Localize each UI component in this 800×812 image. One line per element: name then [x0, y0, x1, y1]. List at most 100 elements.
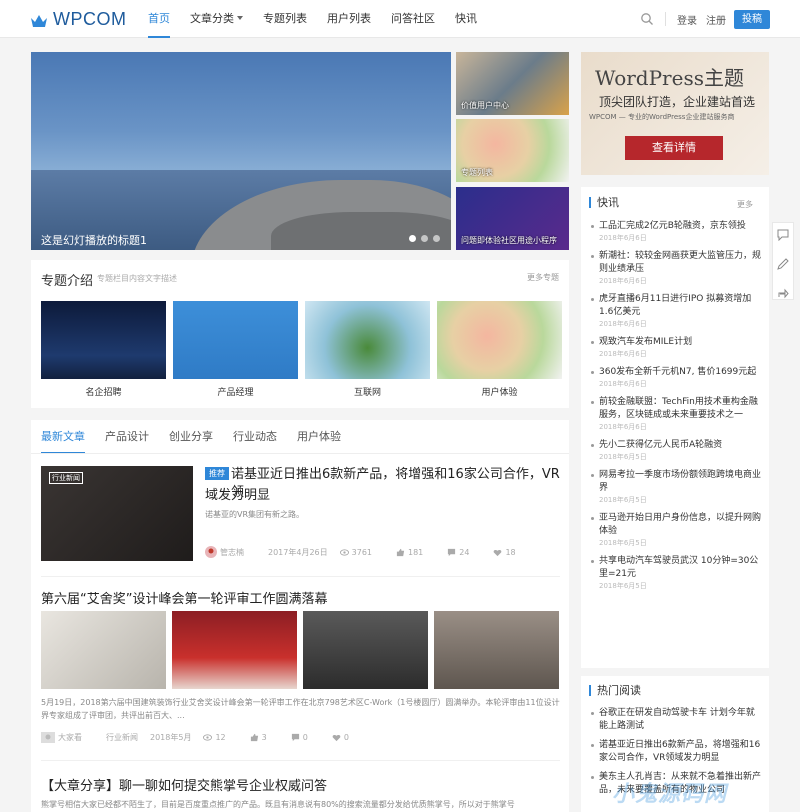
news-item[interactable]: 新潮社：较较金网画获更大监管压力，规则业绩承压 2018年6月6日	[591, 250, 763, 287]
hot-item[interactable]: 诺基亚近日推出6款新产品，将增强和16家公司合作，VR领域发力明显	[591, 739, 763, 765]
news-date: 2018年6月5日	[599, 496, 647, 504]
tab-ux[interactable]: 用户体验	[297, 428, 341, 454]
comment-icon[interactable]	[291, 733, 300, 742]
tab-latest[interactable]: 最新文章	[41, 428, 85, 454]
topic-item[interactable]: 互联网	[305, 301, 430, 398]
divider	[41, 576, 560, 577]
topic-item[interactable]: 用户体验	[437, 301, 562, 398]
slide-caption[interactable]: 这是幻灯播放的标题1	[41, 232, 147, 248]
tab-industry[interactable]: 行业动态	[233, 428, 277, 454]
feature-thumb[interactable]: 价值用户中心	[456, 52, 569, 115]
comment-count: 0	[302, 733, 308, 742]
news-title: 共享电动汽车驾驶员武汉 10分钟=30公里=21元	[599, 556, 759, 579]
gallery-image[interactable]	[172, 611, 297, 689]
hero-slider[interactable]: 这是幻灯播放的标题1	[31, 52, 451, 250]
menu-item-topics[interactable]: 专题列表	[263, 0, 307, 38]
post-title[interactable]: 诺基亚近日推出6款新产品，将增强和16家公司合作，VR领	[231, 466, 561, 502]
chevron-down-icon	[237, 16, 243, 20]
hot-title: 谷歌正在研发自动驾驶卡车 计划今年就能上路测试	[599, 708, 755, 731]
ad-subtitle: 顶尖团队打造，企业建站首选	[599, 95, 756, 109]
news-item[interactable]: 工品汇完成2亿元B轮融资，京东领投 2018年6月6日	[591, 220, 763, 244]
more-topics-link[interactable]: 更多专题	[527, 272, 559, 283]
post-title[interactable]: 【大章分享】聊一聊如何提交熊掌号企业权威问答	[41, 775, 327, 794]
slider-dot[interactable]	[433, 235, 440, 242]
heart-icon[interactable]	[332, 733, 341, 742]
topic-name: 互联网	[353, 388, 381, 398]
post-title-line2[interactable]: 域发力明显	[205, 484, 270, 503]
news-title: 先小二获得亿元人民币A轮融资	[599, 440, 723, 450]
feature-thumb[interactable]: 专题列表	[456, 119, 569, 182]
topic-item[interactable]: 名企招聘	[41, 301, 166, 398]
post-title[interactable]: 第六届“艾舍奖”设计峰会第一轮评审工作圆满落幕	[41, 588, 327, 607]
avatar[interactable]	[41, 732, 55, 743]
menu-item-home[interactable]: 首页	[148, 0, 170, 38]
topic-item[interactable]: 产品经理	[173, 301, 298, 398]
news-title: 虎牙直播6月11日进行IPO 拟募资增加1.6亿美元	[599, 294, 752, 317]
news-item[interactable]: 亚马逊开始日用户身份信息，以提升网购体验 2018年6月5日	[591, 512, 763, 549]
register-link[interactable]: 注册	[706, 12, 726, 27]
gallery-image[interactable]	[434, 611, 559, 689]
menu-item-categories[interactable]: 文章分类	[190, 0, 243, 38]
comment-count: 24	[459, 547, 470, 557]
news-item[interactable]: 网易考拉一季度市场份额领跑跨境电商业界 2018年6月5日	[591, 469, 763, 506]
view-count: 3761	[351, 547, 372, 557]
site-logo[interactable]: WPCOM	[30, 9, 127, 30]
topic-name: 用户体验	[481, 388, 518, 398]
news-date: 2018年6月5日	[599, 582, 647, 590]
edit-icon[interactable]	[777, 258, 789, 270]
menu-item-news[interactable]: 快讯	[455, 0, 477, 38]
news-more-link[interactable]: 更多	[737, 199, 753, 210]
like-count: 3	[261, 733, 267, 742]
gallery-image[interactable]	[41, 611, 166, 689]
tab-product-design[interactable]: 产品设计	[105, 428, 149, 454]
news-item[interactable]: 共享电动汽车驾驶员武汉 10分钟=30公里=21元 2018年6月5日	[591, 555, 763, 592]
post-excerpt: 诺基亚的VR集团有新之路。	[205, 510, 305, 519]
thumbs-up-icon[interactable]	[250, 733, 259, 742]
menu-item-users[interactable]: 用户列表	[327, 0, 371, 38]
post-date: 2017年4月26日	[268, 547, 328, 557]
news-item[interactable]: 先小二获得亿元人民币A轮融资 2018年6月5日	[591, 439, 763, 463]
hot-item[interactable]: 谷歌正在研发自动驾驶卡车 计划今年就能上路测试	[591, 707, 763, 733]
comment-icon[interactable]	[777, 229, 789, 242]
like-count: 181	[408, 547, 424, 557]
login-link[interactable]: 登录	[677, 12, 697, 27]
divider	[31, 453, 569, 454]
widget-title: 快讯	[589, 197, 619, 208]
author-name[interactable]: 管志楠	[220, 547, 244, 558]
topic-image	[173, 301, 298, 379]
slider-dot[interactable]	[409, 235, 416, 242]
thumbs-up-icon[interactable]	[396, 548, 405, 557]
news-item[interactable]: 观致汽车发布MILE计划 2018年6月6日	[591, 336, 763, 360]
news-item[interactable]: 360发布全新千元机N7, 售价1699元起 2018年6月6日	[591, 366, 763, 390]
section-title: 专题介绍	[41, 274, 94, 289]
news-date: 2018年6月6日	[599, 423, 647, 431]
news-item[interactable]: 前较金融联盟：TechFin用技术重构金融服务，区块链成或未来重要技术之一 201…	[591, 396, 763, 433]
news-date: 2018年6月6日	[599, 380, 647, 388]
slider-dot[interactable]	[421, 235, 428, 242]
heart-icon[interactable]	[493, 548, 502, 557]
tab-startup[interactable]: 创业分享	[169, 428, 213, 454]
news-date: 2018年6月6日	[599, 350, 647, 358]
floating-toolbar	[772, 222, 794, 300]
post-category[interactable]: 行业新闻	[106, 732, 138, 743]
comment-icon[interactable]	[447, 548, 456, 557]
avatar[interactable]	[205, 546, 217, 558]
feature-thumb[interactable]: 问题即体验社区用途小程序	[456, 187, 569, 250]
ad-banner[interactable]: WordPress主题 顶尖团队打造，企业建站首选 WPCOM — 专业的Wor…	[581, 52, 769, 175]
menu-item-qa[interactable]: 问答社区	[391, 0, 435, 38]
ad-button[interactable]: 查看详情	[625, 136, 723, 160]
news-title: 360发布全新千元机N7, 售价1699元起	[599, 367, 757, 377]
post-thumbnail[interactable]: 行业新闻	[41, 466, 193, 561]
submit-post-button[interactable]: 投稿	[734, 10, 770, 29]
topic-name: 产品经理	[217, 388, 254, 398]
gallery-image[interactable]	[303, 611, 428, 689]
news-date: 2018年6月6日	[599, 277, 647, 285]
news-item[interactable]: 虎牙直播6月11日进行IPO 拟募资增加1.6亿美元 2018年6月6日	[591, 293, 763, 330]
post-date: 2018年5月	[150, 733, 192, 742]
author-name[interactable]: 大家看	[58, 732, 82, 743]
news-date: 2018年6月6日	[599, 234, 647, 242]
search-icon[interactable]	[640, 12, 654, 26]
share-icon[interactable]	[777, 287, 789, 299]
hot-title: 诺基亚近日推出6款新产品，将增强和16家公司合作，VR领域发力明显	[599, 740, 761, 763]
feature-thumb-label: 价值用户中心	[461, 101, 509, 110]
